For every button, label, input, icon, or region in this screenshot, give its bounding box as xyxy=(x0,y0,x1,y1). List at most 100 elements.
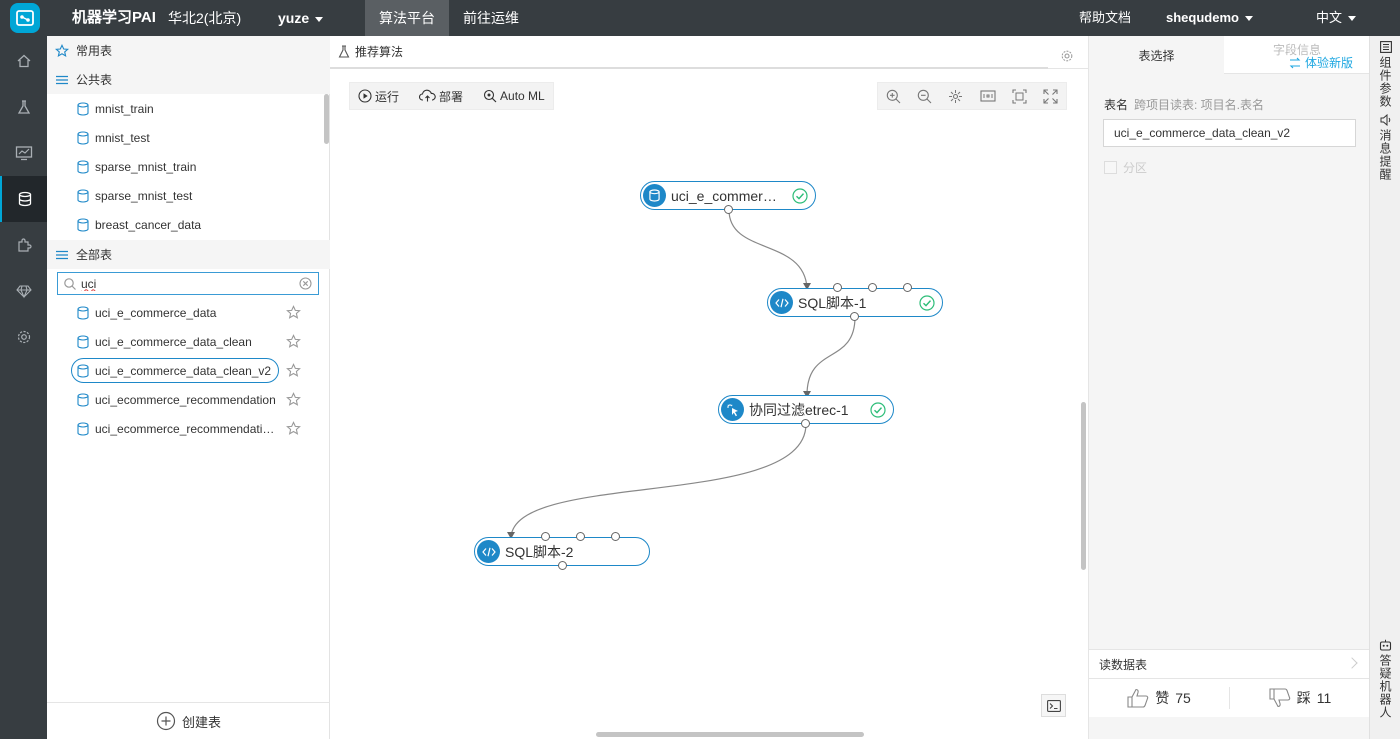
create-table-button[interactable]: 创建表 xyxy=(47,702,330,739)
node-icon xyxy=(643,184,666,207)
help-docs-link[interactable]: 帮助文档 xyxy=(1079,0,1131,36)
partition-label: 分区 xyxy=(1123,161,1148,175)
qa-bot-toggle[interactable]: 答疑机器人 xyxy=(1370,639,1400,719)
account-menu[interactable]: shequdemo xyxy=(1166,0,1253,36)
rail-settings[interactable] xyxy=(0,314,47,360)
output-port[interactable] xyxy=(724,205,733,214)
app-logo[interactable] xyxy=(10,3,40,33)
public-table-item[interactable]: mnist_train xyxy=(47,94,330,123)
table-list-scrollbar[interactable] xyxy=(324,94,329,144)
node-label: uci_e_commerce_data_clean_v2 xyxy=(671,187,783,204)
success-check-icon xyxy=(919,295,935,311)
console-button[interactable] xyxy=(1041,694,1066,717)
chevron-down-icon xyxy=(1348,16,1357,22)
input-port[interactable] xyxy=(903,283,912,292)
output-port[interactable] xyxy=(558,561,567,570)
favorite-star-icon[interactable] xyxy=(286,305,301,320)
public-table-item[interactable]: sparse_mnist_test xyxy=(47,181,330,210)
workflow-canvas[interactable]: 运行 部署 Auto ML uci_e_commerce_data_clean_… xyxy=(330,70,1088,739)
table-name-input[interactable] xyxy=(1103,119,1356,147)
public-table-item[interactable]: breast_cancer_data xyxy=(47,210,330,239)
all-tables-label: 全部表 xyxy=(76,248,113,262)
favorites-section-header[interactable]: 常用表 xyxy=(47,36,330,65)
read-table-label: 读数据表 xyxy=(1099,657,1148,672)
search-result-item[interactable]: uci_ecommerce_recommendation xyxy=(47,385,330,414)
flask-icon xyxy=(338,45,350,58)
params-icon xyxy=(1379,41,1392,53)
top-bar: 机器学习PAI 华北2(北京) yuze 算法平台 前往运维 帮助文档 sheq… xyxy=(0,0,1400,36)
favorite-star-icon[interactable] xyxy=(286,392,301,407)
list-icon xyxy=(56,75,68,84)
favorite-star-icon[interactable] xyxy=(286,334,301,349)
database-icon xyxy=(77,130,89,145)
cursor-click-icon xyxy=(726,403,738,416)
public-section-header[interactable]: 公共表 xyxy=(47,65,330,94)
table-search-input[interactable] xyxy=(81,276,281,291)
read-table-row[interactable]: 读数据表 xyxy=(1089,649,1370,679)
public-table-item[interactable]: mnist_test xyxy=(47,123,330,152)
rail-components[interactable] xyxy=(0,222,47,268)
public-table-name: sparse_mnist_train xyxy=(95,159,197,174)
rail-data[interactable] xyxy=(0,176,47,222)
search-result-item-selected[interactable]: uci_e_commerce_data_clean_v2 xyxy=(47,356,330,385)
output-port[interactable] xyxy=(801,419,810,428)
flask-icon xyxy=(17,100,30,114)
search-result-name: uci_ecommerce_recommendation xyxy=(95,392,276,407)
try-new-version-link[interactable]: 体验新版 xyxy=(1289,54,1353,71)
like-label: 赞 xyxy=(1155,690,1170,706)
tab-recommendation[interactable]: 推荐算法 xyxy=(330,36,1048,69)
right-side-rail: 组件参数 消息提醒 答疑机器人 xyxy=(1369,36,1400,739)
workspace-user-menu[interactable]: yuze xyxy=(278,0,324,36)
workspace-user-label: yuze xyxy=(278,10,310,26)
nav-algorithm-platform[interactable]: 算法平台 xyxy=(365,0,449,36)
create-table-label: 创建表 xyxy=(181,714,221,730)
search-result-item[interactable]: uci_e_commerce_data xyxy=(47,298,330,327)
database-icon xyxy=(77,334,89,349)
like-button[interactable]: 赞 75 xyxy=(1089,688,1229,708)
region-selector[interactable]: 华北2(北京) xyxy=(168,0,241,36)
favorite-star-icon[interactable] xyxy=(286,421,301,436)
nav-go-to-ops[interactable]: 前往运维 xyxy=(449,0,533,36)
input-port[interactable] xyxy=(833,283,842,292)
rail-experiments[interactable] xyxy=(0,84,47,130)
like-count: 75 xyxy=(1175,690,1191,706)
clear-icon[interactable] xyxy=(299,277,312,290)
output-port[interactable] xyxy=(850,312,859,321)
settings-icon[interactable] xyxy=(1060,49,1074,63)
node-label: SQL脚本-2 xyxy=(505,543,574,560)
search-result-item[interactable]: uci_ecommerce_recommendation_result xyxy=(47,414,330,443)
all-tables-section-header[interactable]: 全部表 xyxy=(47,240,330,269)
chevron-right-icon xyxy=(1346,657,1358,669)
input-port[interactable] xyxy=(611,532,620,541)
tab-table-select[interactable]: 表选择 xyxy=(1089,36,1224,74)
dislike-button[interactable]: 踩 11 xyxy=(1230,688,1370,708)
rail-market[interactable] xyxy=(0,268,47,314)
component-params-toggle[interactable]: 组件参数 xyxy=(1370,41,1400,108)
input-port[interactable] xyxy=(868,283,877,292)
canvas-horizontal-scrollbar[interactable] xyxy=(596,732,864,737)
table-name-field-label: 表名 跨项目读表: 项目名.表名 xyxy=(1104,96,1264,113)
favorite-star-icon[interactable] xyxy=(286,363,301,378)
partition-checkbox[interactable]: 分区 xyxy=(1104,159,1147,176)
home-icon xyxy=(17,54,30,68)
language-menu[interactable]: 中文 xyxy=(1316,0,1357,36)
input-port[interactable] xyxy=(576,532,585,541)
rail-home[interactable] xyxy=(0,38,47,84)
canvas-vertical-scrollbar[interactable] xyxy=(1081,402,1086,570)
search-result-item[interactable]: uci_e_commerce_data_clean xyxy=(47,327,330,356)
terminal-icon xyxy=(1046,699,1061,712)
success-check-icon xyxy=(870,402,886,418)
success-check-icon xyxy=(792,188,808,204)
notifications-toggle[interactable]: 消息提醒 xyxy=(1370,114,1400,181)
public-table-item[interactable]: sparse_mnist_train xyxy=(47,152,330,181)
node-label: SQL脚本-1 xyxy=(798,294,867,311)
rail-models[interactable] xyxy=(0,130,47,176)
table-name-hint: 跨项目读表: 项目名.表名 xyxy=(1134,98,1265,112)
add-circle-icon xyxy=(156,711,176,731)
logo-icon xyxy=(16,10,34,26)
try-new-label: 体验新版 xyxy=(1305,56,1354,70)
feedback-bar: 赞 75 踩 11 xyxy=(1089,679,1370,717)
database-icon xyxy=(77,421,89,436)
notifications-label: 消息提醒 xyxy=(1378,129,1392,181)
input-port[interactable] xyxy=(541,532,550,541)
